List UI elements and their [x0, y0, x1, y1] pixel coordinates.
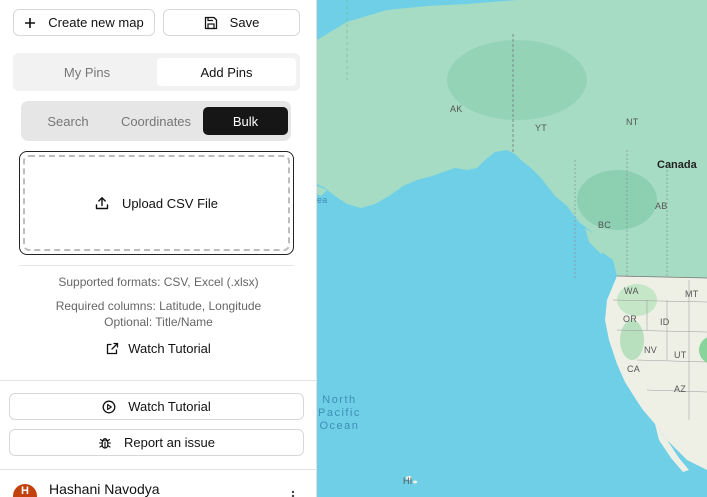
map-label-ut: UT — [674, 350, 687, 360]
map-label-yt: YT — [535, 123, 548, 133]
subtab-search[interactable]: Search — [27, 107, 109, 135]
user-name: Hashani Navodya — [49, 481, 160, 497]
map-view[interactable]: Canada North Pacific Ocean AK YT NT BC A… — [317, 0, 707, 497]
plus-icon — [24, 17, 36, 29]
report-issue-label: Report an issue — [123, 435, 216, 450]
subtab-search-label: Search — [47, 113, 89, 129]
map-label-canada: Canada — [657, 159, 697, 171]
ocean-line-1: North — [322, 394, 357, 406]
map-label-ca: CA — [627, 364, 641, 374]
create-new-map-button[interactable]: Create new map — [13, 9, 155, 36]
map-label-az: AZ — [674, 384, 687, 394]
pins-tabs: My Pins Add Pins — [13, 53, 300, 91]
map-label-ak: AK — [450, 104, 463, 114]
subtab-coordinates[interactable]: Coordinates — [111, 107, 201, 135]
subtab-coordinates-label: Coordinates — [120, 113, 192, 129]
map-label-mt: MT — [685, 289, 699, 299]
footer-divider — [0, 380, 316, 381]
avatar-initial: H — [21, 485, 29, 497]
watch-tutorial-button[interactable]: Watch Tutorial — [9, 393, 304, 420]
watch-tutorial-link[interactable]: Watch Tutorial — [0, 341, 316, 356]
floppy-disk-icon — [204, 16, 218, 30]
csv-upload-dropzone[interactable]: Upload CSV File — [19, 151, 294, 255]
external-link-icon — [106, 342, 119, 355]
save-button[interactable]: Save — [163, 9, 300, 36]
subtab-bulk-label: Bulk — [232, 113, 259, 129]
sidebar: Create new map Save My Pins Add Pins Sea… — [0, 0, 317, 497]
bug-icon — [98, 436, 112, 450]
required-columns-text: Required columns: Latitude, Longitude — [55, 299, 262, 313]
map-canvas — [317, 0, 707, 497]
more-vertical-icon[interactable] — [289, 490, 297, 497]
create-new-map-label: Create new map — [48, 15, 144, 30]
avatar[interactable]: H — [13, 484, 37, 497]
optional-columns-text: Optional: Title/Name — [104, 315, 213, 329]
watch-tutorial-link-label: Watch Tutorial — [128, 341, 211, 356]
divider — [19, 265, 294, 266]
upload-csv-label: Upload CSV File — [121, 195, 219, 211]
ocean-line-2: Pacific — [318, 407, 361, 419]
map-label-ab: AB — [655, 201, 668, 211]
map-label-nt: NT — [626, 117, 639, 127]
supported-formats-text: Supported formats: CSV, Excel (.xlsx) — [58, 275, 259, 289]
map-label-id: ID — [660, 317, 670, 327]
tab-my-pins-label: My Pins — [63, 64, 111, 80]
subtab-bulk[interactable]: Bulk — [203, 107, 288, 135]
map-label-bc: BC — [598, 220, 612, 230]
ocean-line-3: Ocean — [319, 420, 360, 432]
map-label-pacific-ocean: North Pacific Ocean — [318, 394, 361, 433]
csv-upload-area[interactable]: Upload CSV File — [23, 155, 290, 251]
report-issue-button[interactable]: Report an issue — [9, 429, 304, 456]
save-label: Save — [229, 15, 260, 30]
upload-icon — [95, 196, 109, 210]
play-circle-icon — [102, 400, 116, 414]
map-label-or: OR — [623, 314, 638, 324]
tab-add-pins-label: Add Pins — [200, 64, 253, 80]
map-label-nv: NV — [644, 345, 658, 355]
tab-my-pins[interactable]: My Pins — [18, 58, 156, 86]
watch-tutorial-button-label: Watch Tutorial — [128, 399, 211, 414]
user-divider — [0, 469, 316, 470]
tab-add-pins[interactable]: Add Pins — [157, 58, 296, 86]
map-label-sea-fragment: ea — [317, 195, 328, 205]
add-method-tabs: Search Coordinates Bulk — [21, 101, 291, 141]
map-label-hi: HI — [403, 476, 413, 486]
map-label-wa: WA — [624, 286, 639, 296]
